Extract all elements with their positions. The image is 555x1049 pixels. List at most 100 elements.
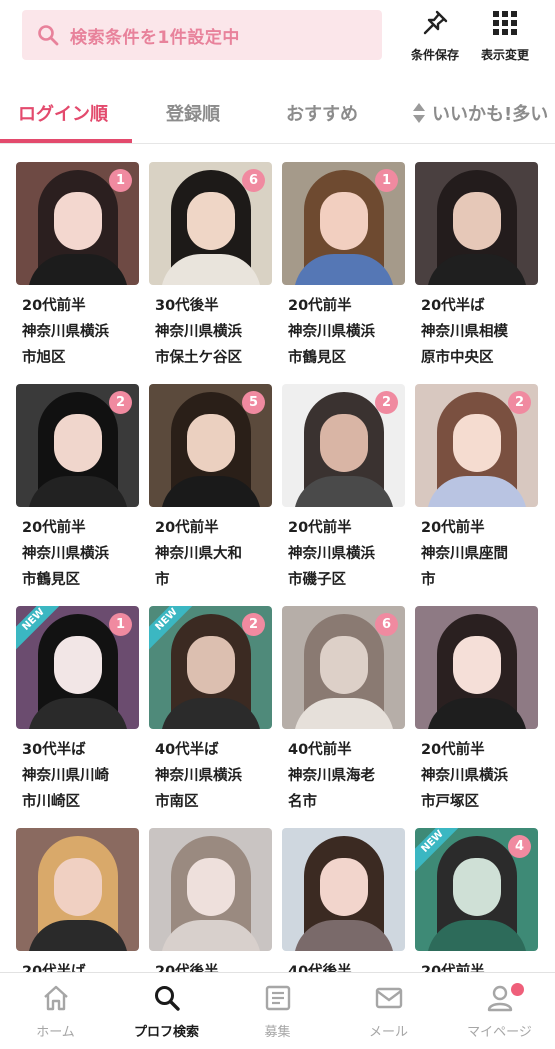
profile-photo[interactable]: 6 [282, 606, 405, 729]
profile-info: 40代後半 [282, 951, 405, 972]
profile-location: 市 [421, 572, 436, 588]
search-icon [154, 986, 180, 1011]
nav-mypage[interactable]: マイページ [444, 983, 555, 1040]
profile-age: 20代前半 [288, 520, 352, 536]
profile-info: 20代半ば [16, 951, 139, 972]
profile-photo[interactable]: NEW 4 [415, 828, 538, 951]
profile-location: 神奈川県横浜 [155, 324, 242, 340]
nav-home[interactable]: ホーム [0, 983, 111, 1040]
save-conditions-button[interactable]: 条件保存 [403, 8, 467, 68]
profile-age: 20代前半 [22, 298, 86, 314]
profile-card[interactable]: 1 20代前半 神奈川県横浜 市鶴見区 [282, 162, 405, 371]
tab-login-order[interactable]: ログイン順 [18, 82, 108, 143]
profile-info: 20代前半神奈川県座間市 [415, 507, 538, 593]
person-icon [487, 985, 512, 1012]
profile-age: 30代半ば [22, 742, 86, 758]
profile-location: 神奈川県横浜 [22, 546, 109, 562]
profile-photo[interactable] [16, 828, 139, 951]
profile-location: 市南区 [155, 794, 199, 810]
search-conditions-bar[interactable]: 検索条件を1件設定中 [22, 10, 382, 60]
profile-card[interactable]: 1 20代前半 神奈川県横浜 市旭区 [16, 162, 139, 371]
profile-location: 市戸塚区 [421, 794, 479, 810]
profile-age: 20代前半 [155, 520, 219, 536]
photo-count-badge: 4 [508, 835, 531, 858]
profile-photo[interactable]: 1 [282, 162, 405, 285]
profile-card[interactable]: 2 20代前半 神奈川県座間市 [415, 384, 538, 593]
profile-age: 40代後半 [288, 964, 352, 972]
profile-location: 市川崎区 [22, 794, 80, 810]
profile-card[interactable]: NEW 1 30代半ば 神奈川県川崎 市川崎区 [16, 606, 139, 815]
nav-mail[interactable]: メール [333, 983, 444, 1040]
profile-card[interactable]: 6 40代前半 神奈川県海老 名市 [282, 606, 405, 815]
profile-card[interactable]: 2 20代前半神奈川県横浜 市磯子区 [282, 384, 405, 593]
nav-profile-search[interactable]: プロフ検索 [111, 983, 222, 1040]
profile-info: 20代前半 [415, 951, 538, 972]
profile-age: 20代前半 [421, 964, 485, 972]
tab-recommended[interactable]: おすすめ [286, 82, 358, 143]
profile-photo[interactable]: 1 [16, 162, 139, 285]
profile-location: 市鶴見区 [288, 350, 346, 366]
profile-card[interactable]: 2 20代前半 神奈川県横浜 市鶴見区 [16, 384, 139, 593]
profile-location: 市磯子区 [288, 572, 346, 588]
profile-location: 神奈川県座間 [421, 546, 508, 562]
profile-info: 20代前半 神奈川県横浜 市鶴見区 [282, 285, 405, 371]
profile-card[interactable]: 40代後半 [282, 828, 405, 972]
active-tab-indicator [0, 139, 132, 143]
mail-icon [375, 987, 402, 1009]
profile-info: 20代前半神奈川県横浜 市戸塚区 [415, 729, 538, 815]
profile-location: 神奈川県横浜 [288, 546, 375, 562]
profile-photo[interactable] [415, 606, 538, 729]
profile-photo[interactable] [415, 162, 538, 285]
profile-photo[interactable]: NEW 2 [149, 606, 272, 729]
profile-card[interactable]: 20代半ば [16, 828, 139, 972]
home-icon [43, 985, 68, 1011]
profile-card[interactable]: 20代前半神奈川県横浜 市戸塚区 [415, 606, 538, 815]
profile-photo[interactable]: 2 [16, 384, 139, 507]
profile-card[interactable]: NEW 4 20代前半 [415, 828, 538, 972]
display-change-button[interactable]: 表示変更 [473, 8, 537, 68]
profile-card[interactable]: NEW 2 40代半ば 神奈川県横浜 市南区 [149, 606, 272, 815]
profile-age: 20代前半 [288, 298, 352, 314]
profile-card[interactable]: 5 20代前半 神奈川県大和市 [149, 384, 272, 593]
profile-age: 20代前半 [421, 742, 485, 758]
profile-card[interactable]: 6 30代後半 神奈川県横浜 市保土ケ谷区 [149, 162, 272, 371]
profile-location: 神奈川県横浜 [421, 768, 508, 784]
pin-icon [423, 10, 448, 35]
photo-count-badge: 1 [109, 613, 132, 636]
profile-info: 40代前半 神奈川県海老 名市 [282, 729, 405, 815]
profile-photo[interactable] [149, 828, 272, 951]
tab-most-likes[interactable]: いいかも!多い [412, 82, 548, 143]
nav-home-label: ホーム [36, 1025, 75, 1040]
photo-count-badge: 5 [242, 391, 265, 414]
profile-location: 神奈川県横浜 [155, 768, 242, 784]
profile-photo[interactable]: 6 [149, 162, 272, 285]
tab-registration-order[interactable]: 登録順 [166, 82, 220, 143]
profile-photo[interactable]: NEW 1 [16, 606, 139, 729]
profile-location: 神奈川県相模 [421, 324, 508, 340]
profile-age: 40代半ば [155, 742, 219, 758]
search-conditions-label: 検索条件を1件設定中 [70, 27, 240, 48]
nav-board[interactable]: 募集 [222, 983, 333, 1040]
profile-card[interactable]: 20代半ば 神奈川県相模 原市中央区 [415, 162, 538, 371]
profile-info: 20代後半 [149, 951, 272, 972]
profile-info: 20代半ば 神奈川県相模 原市中央区 [415, 285, 538, 371]
profile-age: 20代前半 [421, 520, 485, 536]
profile-location: 市 [155, 572, 170, 588]
profile-location: 神奈川県横浜 [22, 324, 109, 340]
profile-age: 40代前半 [288, 742, 352, 758]
profile-info: 30代半ば 神奈川県川崎 市川崎区 [16, 729, 139, 815]
photo-count-badge: 1 [375, 169, 398, 192]
profile-photo[interactable]: 2 [415, 384, 538, 507]
profile-card[interactable]: 20代後半 [149, 828, 272, 972]
profile-age: 20代半ば [22, 964, 86, 972]
profile-photo[interactable]: 5 [149, 384, 272, 507]
profile-info: 20代前半 神奈川県横浜 市旭区 [16, 285, 139, 371]
notification-dot [511, 983, 524, 996]
profile-location: 神奈川県海老 [288, 768, 375, 784]
profile-photo[interactable]: 2 [282, 384, 405, 507]
profile-photo[interactable] [282, 828, 405, 951]
sort-arrows-icon [412, 102, 426, 124]
save-conditions-label: 条件保存 [410, 48, 459, 62]
profile-info: 40代半ば神奈川県横浜 市南区 [149, 729, 272, 815]
nav-profile-search-label: プロフ検索 [133, 1025, 199, 1040]
